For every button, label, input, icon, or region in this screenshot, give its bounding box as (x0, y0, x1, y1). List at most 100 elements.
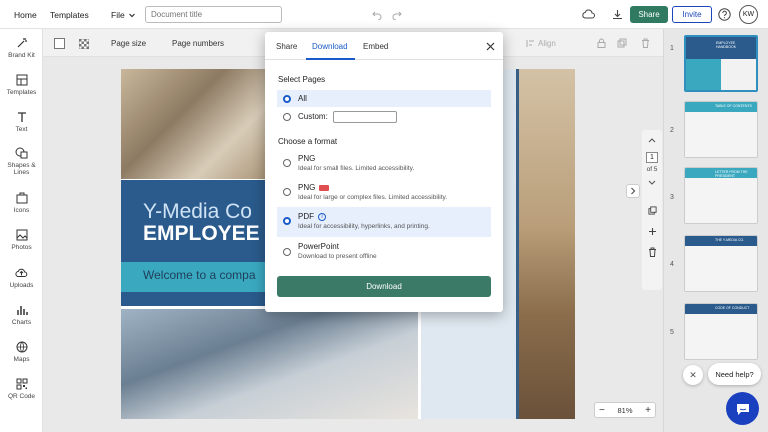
chevron-down-icon[interactable] (646, 177, 658, 189)
format-title: PNG (298, 183, 316, 192)
format-png-small[interactable]: PNG Ideal for small files. Limited acces… (277, 151, 491, 177)
icons-icon (16, 191, 28, 205)
radio-pdf[interactable] (283, 217, 291, 225)
copy-page-icon[interactable] (646, 204, 658, 216)
file-menu[interactable]: File (111, 0, 136, 29)
custom-pages-input[interactable] (332, 110, 397, 123)
sidebar-item-shapes[interactable]: Shapes & Lines (0, 146, 43, 180)
trash-icon[interactable] (640, 38, 650, 48)
sidebar-item-label: Uploads (9, 282, 34, 289)
download-icon[interactable] (610, 7, 624, 21)
thumbnail-caption: THE Y-MEDIA CO. (715, 238, 745, 242)
format-desc: Download to present offline (298, 253, 377, 260)
align-label: Align (538, 38, 556, 48)
sidebar-item-label: Charts (11, 319, 32, 326)
sidebar-item-templates[interactable]: Templates (0, 73, 43, 107)
background-color-icon[interactable] (54, 38, 65, 49)
radio-custom[interactable] (283, 113, 291, 121)
office-photo (121, 69, 271, 179)
add-page-icon[interactable] (646, 225, 658, 237)
zoom-out-button[interactable]: − (599, 405, 605, 416)
zoom-in-button[interactable]: + (645, 405, 651, 416)
thumbnail-page-4[interactable]: THE Y-MEDIA CO. (684, 235, 758, 292)
help-close-button[interactable]: ✕ (683, 365, 703, 385)
chevron-down-icon (128, 13, 135, 17)
redo-icon[interactable] (390, 8, 404, 22)
download-button[interactable]: Download (277, 276, 491, 297)
close-icon[interactable] (484, 40, 496, 52)
thumbnail-caption: CODE OF CONDUCT (715, 306, 750, 310)
select-pages-heading: Select Pages (278, 75, 326, 84)
sidebar-item-label: Maps (13, 356, 30, 363)
tab-share[interactable]: Share (276, 32, 297, 60)
document-title-input[interactable] (145, 6, 282, 23)
chevron-right-icon (631, 187, 636, 195)
sidebar-item-label: Text (15, 126, 28, 133)
photos-icon (16, 228, 28, 242)
chat-button[interactable] (726, 392, 759, 425)
page-size-button[interactable]: Page size (111, 29, 146, 57)
option-label: Custom: (298, 111, 328, 121)
format-title: PDF (298, 212, 314, 221)
sidebar-item-icons[interactable]: Icons (0, 191, 43, 225)
templates-icon (16, 73, 28, 87)
thumbnail-page-1[interactable]: EMPLOYEE HANDBOOK (684, 35, 758, 92)
pages-all-option[interactable]: All (277, 90, 491, 107)
sidebar-item-uploads[interactable]: Uploads (0, 266, 43, 300)
sidebar-item-maps[interactable]: Maps (0, 340, 43, 374)
radio-powerpoint[interactable] (283, 248, 291, 256)
help-icon[interactable] (717, 7, 732, 22)
info-icon[interactable]: i (318, 213, 326, 221)
chevron-up-icon[interactable] (646, 134, 658, 146)
format-pdf[interactable]: PDF i Ideal for accessibility, hyperlinks… (277, 207, 491, 237)
maps-icon (16, 340, 28, 354)
pro-badge-icon (319, 185, 330, 191)
align-button[interactable]: Align (526, 29, 556, 57)
qr-icon (16, 377, 28, 391)
invite-button[interactable]: Invite (672, 6, 712, 23)
sidebar-item-charts[interactable]: Charts (0, 303, 43, 337)
format-desc: Ideal for large or complex files. Limite… (298, 194, 448, 201)
download-modal: Share Download Embed Select Pages All Cu… (265, 32, 503, 312)
avatar[interactable]: KW (739, 5, 758, 24)
duplicate-icon[interactable] (617, 38, 627, 48)
cloud-sync-icon[interactable] (580, 7, 596, 21)
thumbnail-page-5[interactable]: CODE OF CONDUCT (684, 303, 758, 360)
radio-png-large[interactable] (283, 188, 291, 196)
sidebar-item-qr-code[interactable]: QR Code (0, 377, 43, 411)
tab-embed[interactable]: Embed (363, 32, 388, 60)
page-number-input[interactable]: 1 (646, 152, 658, 163)
undo-icon[interactable] (370, 8, 384, 22)
company-title: Y-Media Co (143, 200, 252, 223)
thumbnail-page-3[interactable]: LETTER FROM THE PRESIDENT (684, 167, 758, 224)
page-count: of 5 (646, 166, 658, 173)
pages-custom-option[interactable]: Custom: (277, 108, 491, 125)
need-help-bubble[interactable]: Need help? (708, 363, 761, 385)
zoom-level[interactable]: 81% (617, 406, 632, 415)
format-powerpoint[interactable]: PowerPoint Download to present offline (277, 240, 491, 266)
format-png-large[interactable]: PNG Ideal for large or complex files. Li… (277, 180, 491, 206)
sidebar-item-label: Shapes & Lines (7, 162, 36, 176)
delete-page-icon[interactable] (646, 246, 658, 258)
page-numbers-button[interactable]: Page numbers (172, 29, 224, 57)
lock-icon[interactable] (596, 38, 606, 48)
transparency-icon[interactable] (78, 38, 89, 49)
format-title: PNG (298, 154, 316, 163)
sidebar-item-text[interactable]: Text (0, 110, 43, 144)
align-icon (526, 39, 534, 47)
templates-link[interactable]: Templates (50, 0, 89, 29)
home-link[interactable]: Home (14, 0, 37, 29)
radio-png-small[interactable] (283, 159, 291, 167)
sidebar-item-brand-kit[interactable]: Brand Kit (0, 36, 43, 70)
tab-download[interactable]: Download (312, 32, 348, 60)
format-desc: Ideal for accessibility, hyperlinks, and… (298, 223, 430, 230)
thumbnail-page-2[interactable]: TABLE OF CONTENTS (684, 101, 758, 158)
sidebar-item-photos[interactable]: Photos (0, 228, 43, 262)
next-page-button[interactable] (626, 184, 640, 198)
choose-format-heading: Choose a format (278, 137, 338, 146)
share-button[interactable]: Share (630, 6, 668, 23)
active-tab-indicator (306, 58, 355, 60)
charts-icon (16, 303, 28, 317)
radio-all[interactable] (283, 95, 291, 103)
file-menu-label: File (111, 9, 125, 20)
